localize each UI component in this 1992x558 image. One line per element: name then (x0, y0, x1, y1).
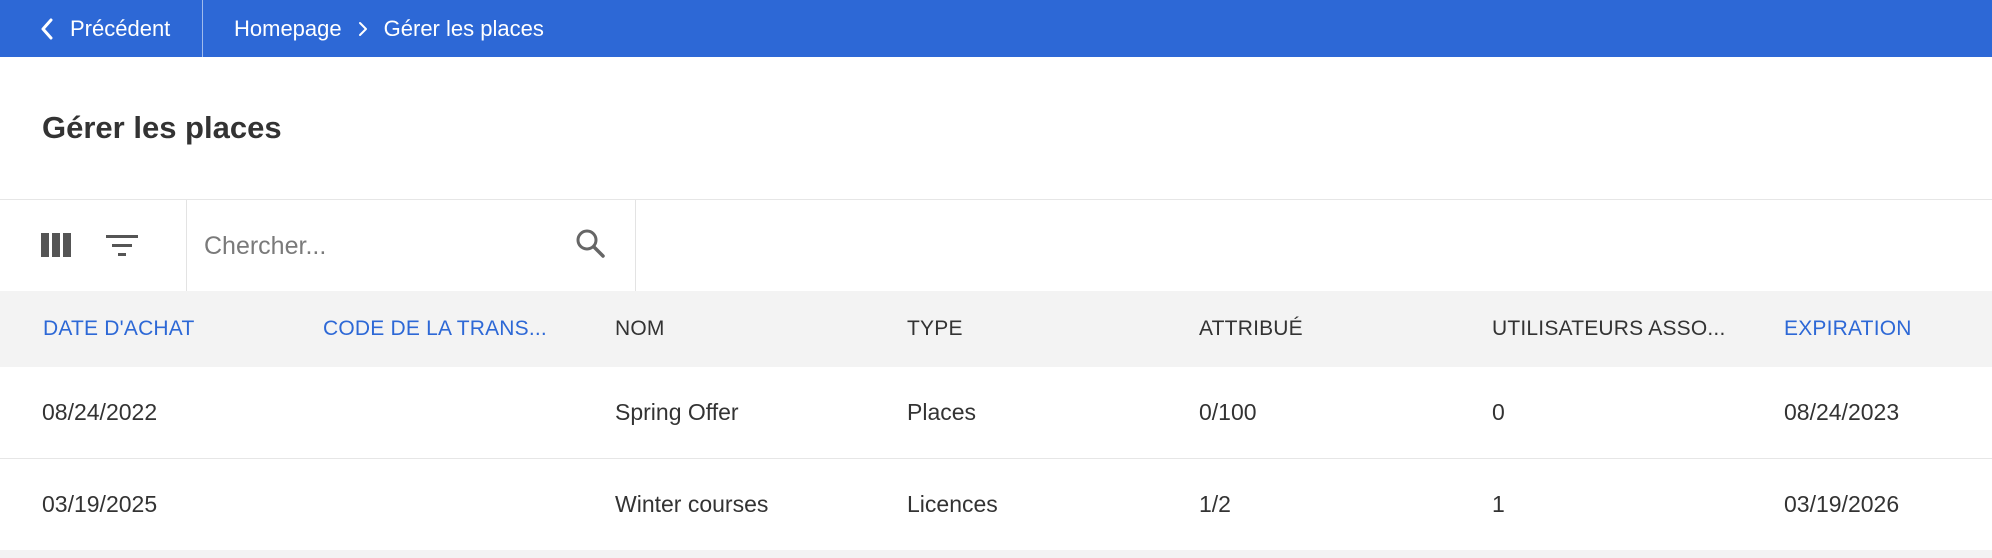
chevron-left-icon (40, 18, 54, 40)
cell-date-achat: 08/24/2022 (42, 399, 158, 425)
column-header-date-achat[interactable]: DATE D'ACHAT (43, 291, 194, 367)
breadcrumb-current: Gérer les places (383, 15, 544, 41)
cell-attribue: 0/100 (1199, 399, 1257, 425)
column-header-type: TYPE (907, 317, 963, 340)
cell-expiration: 03/19/2026 (1784, 491, 1900, 517)
cell-type: Places (907, 399, 977, 425)
back-button[interactable]: Précédent (0, 0, 203, 57)
table-footer-strip (0, 550, 1992, 558)
cell-nom: Spring Offer (615, 399, 739, 425)
toolbar-divider (635, 200, 636, 291)
table-toolbar (0, 199, 1992, 291)
page-title: Gérer les places (42, 110, 282, 145)
cell-type: Licences (907, 491, 998, 517)
table-header: DATE D'ACHAT CODE DE LA TRANS... NOM TYP… (0, 291, 1992, 367)
column-header-code-transaction[interactable]: CODE DE LA TRANS... (323, 291, 547, 367)
cell-utilisateurs-associes: 1 (1492, 491, 1505, 517)
columns-icon[interactable] (40, 230, 72, 260)
cell-date-achat: 03/19/2025 (42, 491, 158, 517)
column-header-attribue: ATTRIBUÉ (1199, 317, 1303, 340)
table-row[interactable]: 08/24/2022 Spring Offer Places 0/100 0 0… (0, 367, 1992, 459)
filter-icon[interactable] (104, 230, 140, 260)
search-icon[interactable] (573, 225, 607, 261)
cell-expiration: 08/24/2023 (1784, 399, 1900, 425)
column-header-utilisateurs-associes: UTILISATEURS ASSO... (1492, 317, 1726, 340)
cell-attribue: 1/2 (1199, 491, 1231, 517)
breadcrumb: Homepage Gérer les places (234, 0, 544, 57)
column-header-expiration[interactable]: EXPIRATION (1784, 291, 1912, 367)
top-navigation-bar: Précédent Homepage Gérer les places (0, 0, 1992, 57)
back-button-label: Précédent (70, 15, 171, 41)
chevron-right-icon (358, 21, 368, 37)
column-header-nom: NOM (615, 317, 665, 340)
cell-utilisateurs-associes: 0 (1492, 399, 1505, 425)
toolbar-divider (186, 200, 187, 291)
table-row[interactable]: 03/19/2025 Winter courses Licences 1/2 1… (0, 459, 1992, 551)
search-input[interactable] (202, 220, 566, 272)
cell-nom: Winter courses (615, 491, 769, 517)
breadcrumb-homepage[interactable]: Homepage (234, 16, 342, 42)
